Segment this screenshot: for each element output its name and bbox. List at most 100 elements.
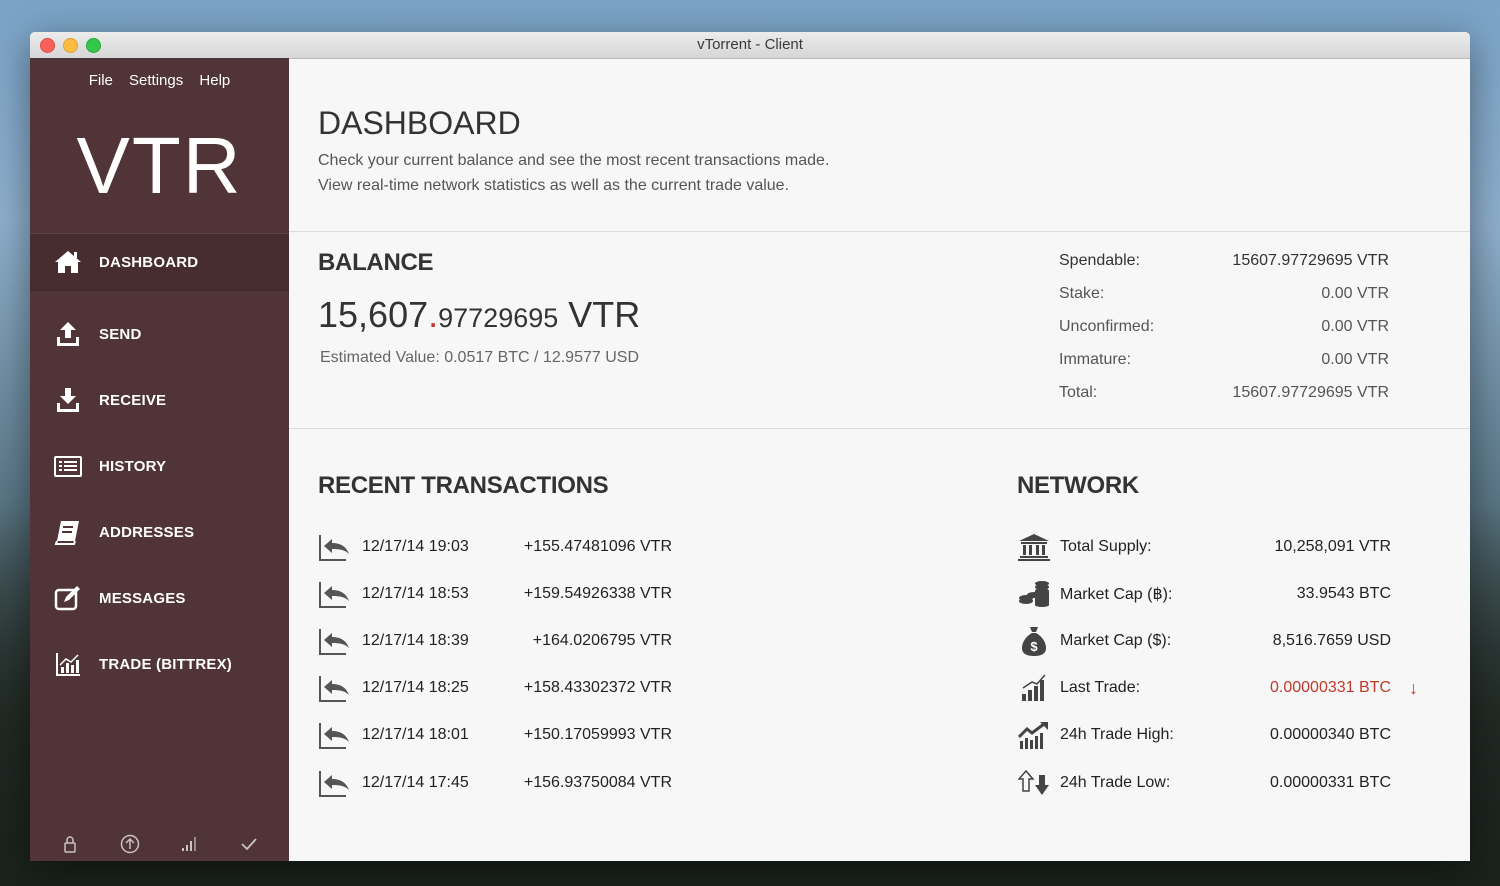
title-bar[interactable]: vTorrent - Client (30, 32, 1470, 59)
sidebar-item-history[interactable]: HISTORY (30, 433, 289, 499)
app-window: vTorrent - Client File Settings Help VTR… (30, 32, 1470, 861)
balance-title: BALANCE (318, 249, 434, 276)
sidebar-nav: DASHBOARD SEND RECEIVE HISTORY ADDRESSES… (30, 233, 289, 697)
network-value: 0.00000331 BTC (1270, 773, 1391, 791)
window-title: vTorrent - Client (697, 36, 803, 53)
edit-message-icon (50, 583, 86, 613)
balance-fraction: 97729695 (438, 303, 559, 333)
transaction-amount: +156.93750084 VTR (523, 773, 672, 791)
transaction-row[interactable]: 12/17/14 19:03 +155.47481096 VTR (318, 523, 718, 570)
stat-label: Unconfirmed: (1059, 318, 1155, 335)
page-description-line-2: View real-time network statistics as wel… (318, 177, 790, 194)
transaction-row[interactable]: 12/17/14 18:53 +159.54926338 VTR (318, 570, 718, 617)
sidebar-item-label: HISTORY (99, 457, 167, 475)
incoming-arrow-icon (319, 581, 349, 608)
menu-settings[interactable]: Settings (129, 72, 183, 89)
transaction-amount: +164.0206795 VTR (532, 631, 672, 649)
check-icon[interactable] (238, 833, 260, 855)
sidebar-item-label: SEND (99, 325, 142, 343)
sidebar-item-label: ADDRESSES (99, 523, 195, 541)
sidebar-item-trade[interactable]: TRADE (BITTREX) (30, 631, 289, 697)
balance-integer: 15,607 (318, 294, 429, 335)
page-title: DASHBOARD (318, 105, 521, 141)
transaction-list: 12/17/14 19:03 +155.47481096 VTR 12/17/1… (318, 523, 718, 806)
main-content: DASHBOARD Check your current balance and… (289, 58, 1470, 861)
stat-row-immature: Immature: 0.00 VTR (1059, 351, 1389, 384)
signal-icon[interactable] (178, 833, 200, 855)
recent-transactions-title: RECENT TRANSACTIONS (318, 472, 609, 499)
upload-icon (50, 319, 86, 349)
sidebar-item-addresses[interactable]: ADDRESSES (30, 499, 289, 565)
network-label: 24h Trade High: (1060, 726, 1174, 744)
transaction-row[interactable]: 12/17/14 17:45 +156.93750084 VTR (318, 759, 718, 806)
incoming-arrow-icon (319, 628, 349, 655)
transaction-date: 12/17/14 18:39 (362, 631, 469, 649)
upload-circle-icon[interactable] (119, 833, 141, 855)
home-icon (50, 247, 86, 277)
incoming-arrow-icon (319, 676, 349, 703)
transaction-date: 12/17/14 18:53 (362, 584, 469, 602)
incoming-arrow-icon (319, 723, 349, 750)
bank-icon (1017, 531, 1051, 563)
transaction-amount: +150.17059993 VTR (523, 726, 672, 744)
network-row-total-supply: Total Supply: 10,258,091 VTR (1017, 523, 1437, 570)
menu-help[interactable]: Help (199, 72, 230, 89)
incoming-arrow-icon (319, 534, 349, 561)
sidebar-item-label: MESSAGES (99, 589, 186, 607)
network-row-last-trade: Last Trade: 0.00000331 BTC ↓ (1017, 665, 1437, 712)
stat-value: 15607.97729695 VTR (1232, 252, 1389, 269)
stat-row-stake: Stake: 0.00 VTR (1059, 285, 1389, 318)
stat-row-spendable: Spendable: 15607.97729695 VTR (1059, 252, 1389, 285)
sidebar-item-label: TRADE (BITTREX) (99, 655, 232, 673)
coins-icon (1017, 578, 1051, 610)
network-label: Market Cap ($): (1060, 631, 1172, 649)
network-label: Last Trade: (1060, 679, 1141, 697)
transaction-date: 12/17/14 18:01 (362, 726, 469, 744)
incoming-arrow-icon (319, 770, 349, 797)
stat-value: 15607.97729695 VTR (1232, 384, 1389, 401)
stat-label: Spendable: (1059, 252, 1140, 269)
stat-value: 0.00 VTR (1321, 285, 1389, 302)
network-value: 33.9543 BTC (1296, 584, 1391, 602)
stat-value: 0.00 VTR (1321, 318, 1389, 335)
transaction-row[interactable]: 12/17/14 18:01 +150.17059993 VTR (318, 712, 718, 759)
menu-file[interactable]: File (89, 72, 113, 89)
stat-row-total: Total: 15607.97729695 VTR (1059, 384, 1389, 417)
menu-bar: File Settings Help (30, 72, 289, 89)
sidebar-item-label: RECEIVE (99, 391, 167, 409)
lock-icon[interactable] (59, 833, 81, 855)
maximize-window-button[interactable] (86, 38, 101, 53)
download-icon (50, 385, 86, 415)
trend-down-icon: ↓ (1409, 677, 1418, 698)
balance-estimate: Estimated Value: 0.0517 BTC / 12.9577 US… (320, 349, 639, 366)
sidebar-item-send[interactable]: SEND (30, 301, 289, 367)
transaction-amount: +159.54926338 VTR (523, 584, 672, 602)
status-bar (30, 833, 289, 855)
network-row-market-cap-usd: $ Market Cap ($): 8,516.7659 USD (1017, 617, 1437, 664)
network-row-trade-high: 24h Trade High: 0.00000340 BTC (1017, 712, 1437, 759)
balance-stats: Spendable: 15607.97729695 VTR Stake: 0.0… (1059, 252, 1389, 417)
network-row-market-cap-btc: Market Cap (฿): 33.9543 BTC (1017, 570, 1437, 617)
page-description-line-1: Check your current balance and see the m… (318, 152, 830, 169)
network-row-trade-low: 24h Trade Low: 0.00000331 BTC (1017, 759, 1437, 806)
sidebar-item-dashboard[interactable]: DASHBOARD (30, 233, 289, 291)
minimize-window-button[interactable] (63, 38, 78, 53)
network-value: 8,516.7659 USD (1272, 631, 1391, 649)
sidebar-item-receive[interactable]: RECEIVE (30, 367, 289, 433)
balance-amount: 15,607.97729695 VTR (318, 294, 640, 336)
network-value: 0.00000331 BTC (1270, 679, 1391, 697)
network-value: 0.00000340 BTC (1270, 726, 1391, 744)
transaction-date: 12/17/14 17:45 (362, 773, 469, 791)
network-label: Market Cap (฿): (1060, 585, 1173, 603)
list-icon (50, 451, 86, 481)
chart-icon (50, 649, 86, 679)
transaction-amount: +158.43302372 VTR (523, 679, 672, 697)
up-down-arrows-icon (1017, 767, 1051, 799)
stat-row-unconfirmed: Unconfirmed: 0.00 VTR (1059, 318, 1389, 351)
network-value: 10,258,091 VTR (1274, 537, 1391, 555)
sidebar-item-messages[interactable]: MESSAGES (30, 565, 289, 631)
svg-text:$: $ (1030, 639, 1038, 654)
close-window-button[interactable] (40, 38, 55, 53)
transaction-row[interactable]: 12/17/14 18:25 +158.43302372 VTR (318, 665, 718, 712)
transaction-row[interactable]: 12/17/14 18:39 +164.0206795 VTR (318, 617, 718, 664)
